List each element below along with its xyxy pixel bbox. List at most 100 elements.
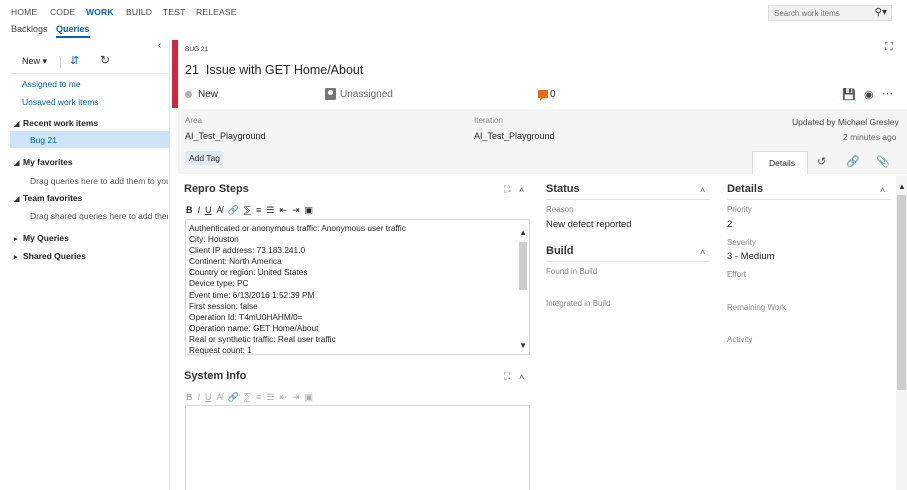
state-field[interactable]: New (198, 89, 218, 100)
work-item-title[interactable]: 21 Issue with GET Home/About (185, 63, 363, 77)
bold-icon[interactable]: B (186, 392, 193, 402)
queries-sidebar: ‹ New ▾ ⇵ ↻ Assigned to me Unsaved work … (0, 40, 170, 490)
nav-home[interactable]: HOME (11, 7, 37, 17)
area-field[interactable]: AI_Test_Playground (185, 131, 266, 141)
priority-label: Priority (727, 205, 752, 214)
bold-icon[interactable]: B (186, 205, 193, 215)
numbered-list-icon[interactable]: ☰ (266, 392, 274, 403)
collapse-section-icon[interactable]: ˄ (880, 185, 885, 195)
highlight-icon[interactable]: A̸ (217, 392, 223, 402)
page-scroll-thumb[interactable] (897, 195, 906, 390)
collapse-section-icon[interactable]: ˄ (700, 185, 705, 195)
recent-item-bug-21[interactable]: Bug 21 (10, 131, 170, 148)
repro-steps-content: Authenticated or anonymous traffic: Anon… (189, 223, 514, 354)
state-indicator-icon (185, 91, 192, 98)
link-icon[interactable]: 🔗 (228, 392, 239, 403)
fullscreen-icon[interactable]: ⛶ (885, 41, 893, 54)
bullet-list-icon[interactable]: ≡ (256, 392, 261, 402)
outdent-icon[interactable]: ⇤ (279, 205, 287, 216)
scroll-down-icon[interactable]: ▼ (519, 341, 527, 350)
history-icon[interactable]: ↺ (817, 155, 826, 168)
updated-by-link[interactable]: Updated by Michael Gresley (792, 117, 899, 127)
unsaved-work-items-link[interactable]: Unsaved work items (22, 97, 99, 107)
integrated-in-build-label: Integrated in Build (546, 299, 611, 308)
maximize-icon[interactable]: ⛶ (504, 371, 510, 382)
italic-icon[interactable]: I (198, 205, 201, 215)
comment-icon[interactable] (538, 90, 548, 101)
page-scrollbar[interactable]: ▲ (896, 176, 907, 490)
editor-scrollbar[interactable]: ▲ ▼ (517, 220, 529, 354)
comment-count[interactable]: 0 (550, 89, 556, 100)
repro-steps-editor[interactable]: Authenticated or anonymous traffic: Anon… (185, 219, 530, 355)
unlink-icon[interactable]: ⅀ (244, 205, 251, 216)
repro-line: Client IP address: 73.183.241.0 (189, 245, 306, 256)
outdent-icon[interactable]: ⇤ (279, 392, 287, 403)
numbered-list-icon[interactable]: ☰ (266, 205, 274, 216)
assigned-to-field[interactable]: Unassigned (340, 89, 393, 100)
scroll-up-icon[interactable]: ▲ (519, 228, 527, 237)
assigned-to-me-link[interactable]: Assigned to me (22, 79, 81, 89)
search-icon[interactable]: ⚲▾ (875, 7, 887, 18)
image-icon[interactable]: ▣ (304, 392, 313, 403)
tab-details[interactable]: Details (752, 151, 808, 174)
nav-code[interactable]: CODE (50, 7, 75, 17)
bullet-list-icon[interactable]: ≡ (256, 205, 261, 215)
severity-field[interactable]: 3 - Medium (727, 251, 775, 262)
sidebar-divider (10, 73, 170, 74)
new-query-button[interactable]: New ▾ (22, 56, 47, 67)
team-favorites-label: Team favorites (23, 193, 83, 203)
expanded-icon: ◢ (14, 121, 20, 128)
nav-release[interactable]: RELEASE (196, 7, 237, 17)
unlink-icon[interactable]: ⅀ (244, 392, 251, 403)
found-in-build-label: Found in Build (546, 267, 598, 276)
save-icon[interactable]: 💾 (842, 88, 856, 101)
follow-icon[interactable]: ◉ (864, 88, 874, 101)
tab-queries[interactable]: Queries (56, 24, 90, 38)
system-info-title: System Info (184, 370, 247, 382)
links-icon[interactable]: 🔗 (846, 155, 860, 168)
indent-icon[interactable]: ⇥ (292, 205, 300, 216)
image-icon[interactable]: ▣ (304, 205, 313, 216)
collapse-section-icon[interactable]: ˄ (519, 185, 524, 195)
nav-test[interactable]: TEST (163, 7, 186, 17)
collapsed-icon: ▸ (14, 236, 18, 243)
collapse-panel-icon[interactable]: ‹ (158, 40, 161, 51)
collapse-section-icon[interactable]: ˄ (700, 247, 705, 257)
hierarchy-icon[interactable]: ⇵ (70, 54, 79, 67)
underline-icon[interactable]: U (205, 205, 212, 215)
more-actions-icon[interactable]: ⋯ (882, 87, 893, 100)
priority-field[interactable]: 2 (727, 219, 732, 230)
reason-field[interactable]: New defect reported (546, 219, 632, 230)
attachment-icon[interactable]: 📎 (876, 155, 890, 168)
toolbar-divider (60, 57, 61, 68)
repro-line: Event time: 6/13/2016 1:52:39 PM (189, 289, 315, 300)
add-tag-button[interactable]: Add Tag (185, 151, 223, 165)
maximize-icon[interactable]: ⛶ (504, 184, 510, 195)
shared-queries-header[interactable]: ▸ Shared Queries (14, 251, 86, 261)
my-queries-header[interactable]: ▸ My Queries (14, 233, 69, 243)
new-query-label: New (22, 56, 41, 66)
underline-icon[interactable]: U (205, 392, 212, 402)
highlight-icon[interactable]: A̸ (217, 205, 223, 215)
italic-icon[interactable]: I (198, 392, 201, 402)
scroll-up-icon[interactable]: ▲ (898, 182, 906, 191)
team-favorites-header[interactable]: ◢ Team favorites (14, 193, 82, 203)
tab-backlogs[interactable]: Backlogs (11, 24, 48, 34)
scroll-thumb[interactable] (519, 242, 527, 290)
rich-text-toolbar: B I U A̸ 🔗 ⅀ ≡ ☰ ⇤ ⇥ ▣ (186, 205, 318, 219)
search-input[interactable]: Search work items ⚲▾ (768, 5, 892, 21)
nav-work[interactable]: WORK (86, 7, 114, 17)
refresh-icon[interactable]: ↻ (100, 53, 110, 67)
repro-line: First session: false (189, 300, 258, 311)
sub-nav: Backlogs Queries (0, 22, 907, 39)
my-favorites-header[interactable]: ◢ My favorites (14, 157, 73, 167)
indent-icon[interactable]: ⇥ (292, 392, 300, 403)
repro-line: Country or region: United States (189, 267, 308, 278)
recent-work-items-header[interactable]: ◢ Recent work items (14, 118, 98, 128)
collapse-section-icon[interactable]: ˄ (519, 372, 524, 382)
iteration-field[interactable]: AI_Test_Playground (474, 131, 555, 141)
link-icon[interactable]: 🔗 (228, 205, 239, 216)
section-divider (546, 199, 710, 200)
nav-build[interactable]: BUILD (126, 7, 152, 17)
system-info-editor[interactable] (185, 405, 530, 490)
